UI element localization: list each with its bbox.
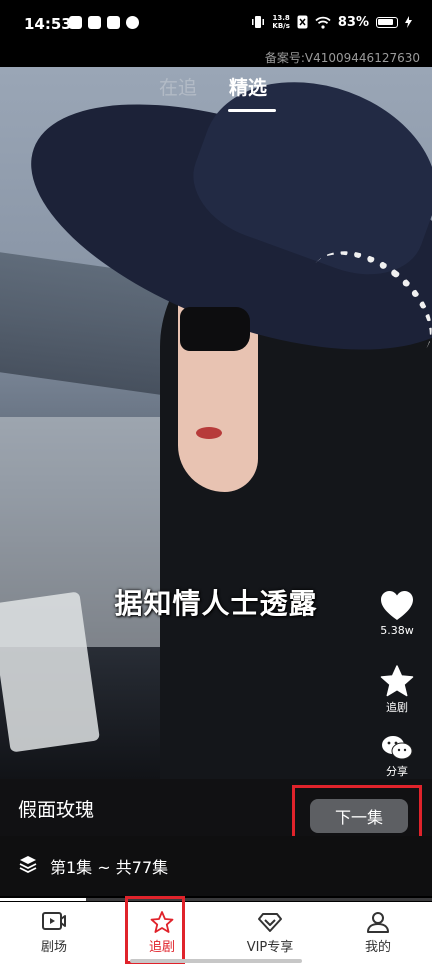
wechat-icon bbox=[382, 736, 413, 760]
star-icon bbox=[380, 665, 414, 697]
person-icon bbox=[367, 912, 389, 933]
nav-label: 我的 bbox=[364, 940, 391, 955]
notification-icons bbox=[69, 16, 139, 29]
battery-percent: 83% bbox=[337, 14, 369, 30]
nav-theater[interactable]: 剧场 bbox=[0, 902, 108, 964]
next-episode-button[interactable]: 下一集 bbox=[310, 799, 408, 833]
follow-drama-label: 追剧 bbox=[386, 701, 408, 714]
top-tabs: 在追 精选 bbox=[0, 67, 432, 113]
drama-title[interactable]: 假面玫瑰 bbox=[18, 795, 94, 822]
diamond-icon bbox=[258, 913, 282, 932]
play-box-icon bbox=[42, 912, 66, 930]
net-speed-unit: KB/s bbox=[272, 22, 290, 30]
playback-progress[interactable] bbox=[0, 898, 432, 901]
heart-icon bbox=[381, 591, 413, 620]
like-count: 5.38w bbox=[380, 624, 414, 637]
nav-mine[interactable]: 我的 bbox=[324, 902, 432, 964]
tab-following[interactable]: 在追 bbox=[159, 73, 197, 100]
net-speed: 13.8 KB/s bbox=[272, 14, 289, 30]
net-speed-value: 13.8 bbox=[272, 14, 290, 22]
app-notification-icon bbox=[107, 16, 120, 29]
nav-follow-highlight bbox=[125, 896, 185, 964]
sim-off-icon bbox=[297, 15, 308, 29]
status-time: 14:53 bbox=[24, 15, 72, 33]
bottom-nav: 剧场 追剧 VIP专享 我的 bbox=[0, 902, 432, 964]
like-button[interactable]: 5.38w bbox=[367, 590, 427, 637]
tab-featured[interactable]: 精选 bbox=[229, 73, 267, 100]
app-notification-icon bbox=[69, 16, 82, 29]
home-indicator bbox=[130, 959, 302, 963]
follow-drama-button[interactable]: 追剧 bbox=[367, 665, 427, 715]
vibrate-icon bbox=[252, 16, 265, 28]
charging-icon bbox=[405, 16, 412, 28]
share-button[interactable]: 分享 bbox=[367, 735, 427, 779]
nav-vip[interactable]: VIP专享 bbox=[216, 902, 324, 964]
wifi-icon bbox=[315, 16, 331, 29]
layers-icon bbox=[19, 856, 37, 874]
share-label: 分享 bbox=[386, 765, 408, 778]
playback-progress-fill bbox=[0, 898, 87, 901]
app-notification-icon bbox=[126, 16, 139, 29]
app-notification-icon bbox=[88, 16, 101, 29]
filing-number: 备案号:V41009446127630 bbox=[264, 51, 420, 65]
nav-label: 剧场 bbox=[40, 940, 67, 955]
nav-label: VIP专享 bbox=[246, 940, 294, 955]
video-frame-glasses bbox=[180, 307, 250, 351]
episode-info: 第1集 ~ 共77集 bbox=[50, 858, 169, 877]
episode-selector[interactable]: 第1集 ~ 共77集 bbox=[0, 836, 432, 896]
active-tab-indicator bbox=[228, 109, 276, 112]
system-status: 13.8 KB/s 83% bbox=[251, 14, 412, 30]
battery-icon bbox=[376, 16, 398, 28]
video-frame-lips bbox=[196, 427, 222, 439]
status-bar: 14:53 13.8 KB/s 83% bbox=[0, 0, 432, 50]
